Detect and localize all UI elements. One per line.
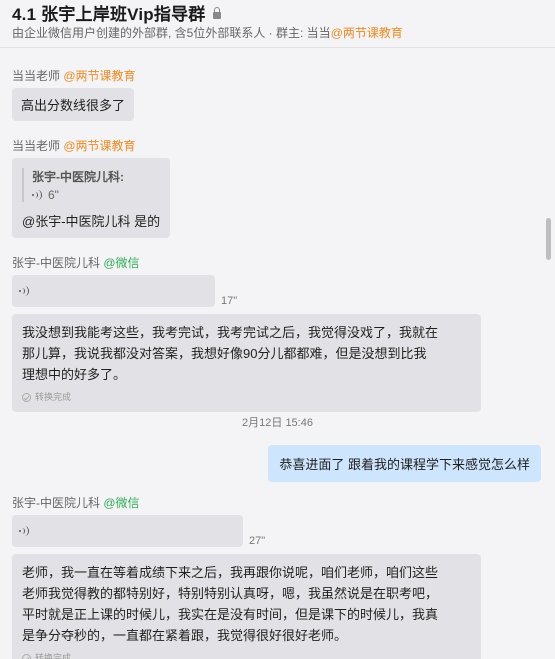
group-subtitle: 由企业微信用户创建的外部群, 含5位外部联系人 · 群主: 当当@两节课教育: [12, 24, 403, 41]
scrollbar-thumb[interactable]: [546, 218, 551, 260]
timestamp-divider: 2月12日 15:46: [242, 417, 313, 429]
voice-duration: 17": [221, 295, 238, 307]
chat-header: 4.1 张宇上岸班Vip指导群 由企业微信用户创建的外部群, 含5位外部联系人 …: [0, 0, 555, 48]
message-sender: 当当老师 @两节课教育: [12, 67, 136, 84]
convert-label: 转换完成: [35, 392, 72, 402]
transcript-bubble[interactable]: 老师，我一直在等着成绩下来之后，我再跟你说呢，咱们老师，咱们这些 老师我觉得教的…: [12, 554, 481, 659]
sender-name[interactable]: 张宇-中医院儿科: [12, 496, 100, 510]
scrollbar-track[interactable]: [545, 48, 555, 659]
transcript-line: 那儿算，我说我都没对答案，我想好像90分儿都都难，但是没想到比我: [22, 346, 427, 361]
sender-org: @微信: [103, 256, 140, 270]
transcript-bubble[interactable]: 我没想到我能考这些，我考完试，我考完试之后，我觉得没戏了，我就在 那儿算，我说我…: [12, 314, 481, 412]
my-message-bubble[interactable]: 恭喜进面了 跟着我的课程学下来感觉怎么样: [268, 445, 541, 482]
message-bubble[interactable]: 高出分数线很多了: [12, 88, 135, 121]
sender-org: @两节课教育: [63, 69, 136, 83]
sender-name[interactable]: 当当老师: [12, 139, 60, 153]
sender-org: @微信: [103, 496, 140, 510]
sender-name[interactable]: 张宇-中医院儿科: [12, 256, 100, 270]
voice-icon: [32, 189, 44, 201]
quoted-voice: 6": [32, 188, 160, 202]
check-circle-icon: [22, 654, 31, 659]
transcript-line: 我没想到我能考这些，我考完试，我考完试之后，我觉得没戏了，我就在: [22, 325, 439, 340]
transcript-line: 老师我觉得教的都特别好，特别特别认真呀，嗯，我虽然说是在职考吧，: [22, 586, 439, 601]
convert-status: 转换完成: [22, 648, 471, 659]
quoted-sender: 张宇-中医院儿科:: [32, 170, 124, 184]
transcript-line: 是争分夺秒的，一直都在紧着跟，我觉得很好很好老师。: [22, 628, 348, 643]
message-text: 高出分数线很多了: [21, 98, 126, 113]
voice-duration: 27": [249, 535, 266, 547]
message-sender: 当当老师 @两节课教育: [12, 137, 136, 154]
message-list[interactable]: 当当老师 @两节课教育 高出分数线很多了 当当老师 @两节课教育 张宇-中医院儿…: [0, 48, 555, 659]
title-row: 4.1 张宇上岸班Vip指导群: [12, 0, 222, 25]
message-text: 恭喜进面了 跟着我的课程学下来感觉怎么样: [279, 457, 530, 472]
message-text: @张宇-中医院儿科 是的: [22, 214, 161, 229]
message-sender: 张宇-中医院儿科 @微信: [12, 494, 140, 511]
lock-icon: [212, 6, 222, 19]
group-title: 4.1 张宇上岸班Vip指导群: [12, 5, 206, 24]
check-circle-icon: [22, 393, 31, 402]
owner-org-link[interactable]: @两节课教育: [331, 26, 403, 40]
voice-icon: [19, 525, 31, 537]
quoted-voice-duration: 6": [48, 188, 59, 202]
transcript-line: 老师，我一直在等着成绩下来之后，我再跟你说呢，咱们老师，咱们这些: [22, 565, 439, 580]
voice-icon: [19, 285, 31, 297]
convert-status: 转换完成: [22, 387, 471, 408]
sender-org: @两节课教育: [63, 139, 136, 153]
quoted-message[interactable]: 张宇-中医院儿科: 6": [22, 168, 160, 202]
sender-name[interactable]: 当当老师: [12, 69, 60, 83]
subtitle-text: 由企业微信用户创建的外部群, 含5位外部联系人 · 群主: 当当: [12, 26, 331, 40]
voice-message[interactable]: [12, 275, 215, 307]
transcript-line: 理想中的好多了。: [22, 367, 127, 382]
reply-bubble[interactable]: 张宇-中医院儿科: 6" @张宇-中医院儿科 是的: [12, 158, 171, 238]
voice-message[interactable]: [12, 515, 243, 547]
convert-label: 转换完成: [35, 653, 72, 659]
transcript-line: 平时就是正上课的时候儿，我实在是没有时间，但是课下的时候儿，我真: [22, 607, 439, 622]
message-sender: 张宇-中医院儿科 @微信: [12, 254, 140, 271]
